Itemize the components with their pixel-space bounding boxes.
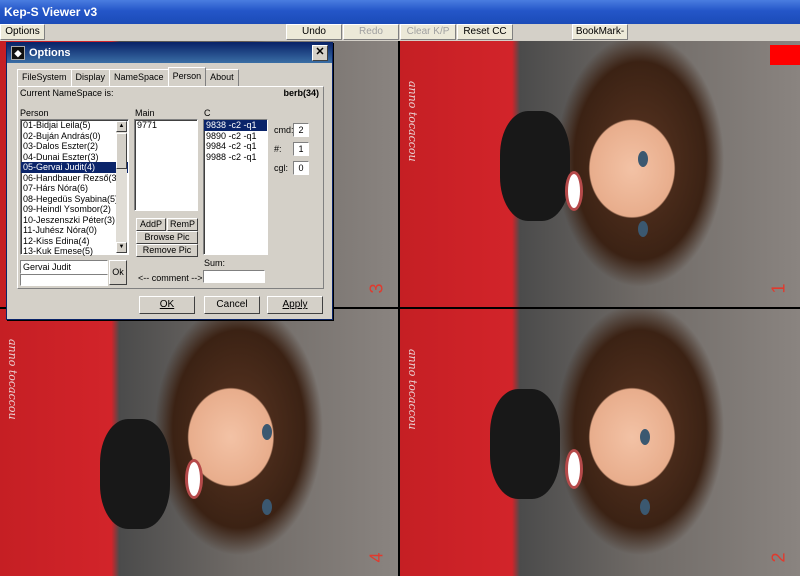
person-name-field[interactable]: Gervai Judit [20,260,108,274]
options-button[interactable]: Options [0,24,45,40]
browse-pic-button[interactable]: Browse Pic [136,231,198,244]
remove-pic-button[interactable]: Remove Pic [136,244,198,257]
eye-shape [638,221,648,237]
person-list-item[interactable]: 10-Jeszenszki Péter(3) [21,215,128,226]
ok-small-button[interactable]: Ok [109,260,127,285]
eye-shape [640,499,650,515]
ok-button[interactable]: OK [139,296,195,314]
photo-panel-2[interactable]: anno tocaccou 2 [400,309,800,576]
remove-person-button[interactable]: RemP [167,218,198,231]
person-items: 01-Bidjai Leila(5) 02-Buján András(0) 03-D… [21,120,128,257]
hash-field[interactable]: 1 [293,142,309,156]
add-person-button[interactable]: AddP [136,218,166,231]
person-list-item[interactable]: 12-Kiss Edina(4) [21,236,128,247]
c-list-item[interactable]: 9838 -c2 -q1 [204,120,267,131]
panel-number: 4 [366,552,387,563]
person-list-item[interactable]: 06-Handbauer Rezső(3) [21,173,128,184]
cmd-field[interactable]: 2 [293,123,309,137]
photo-panel-4[interactable]: anno tocaccou 4 [0,309,398,576]
tab-namespace[interactable]: NameSpace [109,69,169,86]
person-tab-panel: Current NameSpace is: berb(34) Person Ma… [17,86,324,289]
eye-shape [262,499,272,515]
panel-number: 3 [366,283,387,294]
portrait-photo: anno tocaccou [0,309,398,576]
options-dialog: ◆ Options ✕ FileSystem Display NameSpace… [6,42,333,320]
person-list-item[interactable]: 09-Heindl Ysombor(2) [21,204,128,215]
panel-number: 1 [768,283,789,294]
person-scrollbar[interactable]: ▲ ▼ [116,121,127,253]
person-list-item[interactable]: 04-Dunai Eszter(3) [21,152,128,163]
main-header: Main [135,108,155,118]
bookmark-button[interactable]: BookMark-S [572,24,628,51]
scarf-shape [500,111,570,221]
c-list-item[interactable]: 9890 -c2 -q1 [204,131,267,142]
dialog-titlebar[interactable]: ◆ Options ✕ [7,43,332,63]
main-list-item[interactable]: 9771 [135,120,197,131]
panel-number: 2 [768,552,789,563]
scarf-shape [490,389,560,499]
person-list-item[interactable]: 11-Juhész Nóra(0) [21,225,128,236]
apply-button[interactable]: Apply [267,296,323,314]
clear-kp-button[interactable]: Clear K/P [400,24,456,40]
scroll-down-icon[interactable]: ▼ [116,242,127,253]
scroll-up-icon[interactable]: ▲ [116,121,127,132]
app-icon: ◆ [11,46,25,60]
smile-shape [565,171,583,211]
smile-shape [185,459,203,499]
person-list-item[interactable]: 13-Kuk Emese(5) [21,246,128,257]
cmd-label: cmd: [274,125,294,135]
tab-display[interactable]: Display [70,69,111,86]
eye-shape [262,424,272,440]
person-header: Person [20,108,49,118]
namespace-label: Current NameSpace is: [20,88,114,98]
eye-shape [640,429,650,445]
c-items: 9838 -c2 -q1 9890 -c2 -q1 9984 -c2 -q1 9988… [204,120,267,162]
c-header: C [204,108,211,118]
comment-label: <-- comment --> [138,273,203,283]
reset-cc-button[interactable]: Reset CC [457,24,513,40]
hash-label: #: [274,144,282,154]
person-list-item[interactable]: 02-Buján András(0) [21,131,128,142]
toolbar: Options Undo Redo Clear K/P Reset CC Boo… [0,24,800,51]
person-list-item[interactable]: 03-Dalos Eszter(2) [21,141,128,152]
person-list-item[interactable]: 08-Hegedüs Syabina(5) [21,194,128,205]
namespace-value: berb(34) [283,88,319,98]
window-title: Kep-S Viewer v3 [0,0,800,24]
person-list-item[interactable]: 05-Gervai Judit(4) [21,162,128,173]
person-list[interactable]: 01-Bidjai Leila(5) 02-Buján András(0) 03-D… [20,119,129,257]
comment-field[interactable] [20,274,108,286]
main-list[interactable]: 9771 [134,119,198,211]
shirt-text: anno tocaccou [406,349,419,430]
selection-marker [770,45,800,65]
tab-filesystem[interactable]: FileSystem [17,69,72,86]
redo-button[interactable]: Redo [343,24,399,40]
undo-button[interactable]: Undo [286,24,342,40]
shirt-text: anno tocaccou [6,339,19,420]
portrait-photo: anno tocaccou [400,309,800,576]
sum-label: Sum: [204,258,226,268]
person-list-item[interactable]: 01-Bidjai Leila(5) [21,120,128,131]
apply-button-label: Apply [282,299,308,310]
portrait-photo: anno tocaccou [400,41,800,307]
ok-button-label: OK [159,299,175,310]
scarf-shape [100,419,170,529]
photo-panel-1[interactable]: anno tocaccou 1 [400,41,800,307]
cancel-button[interactable]: Cancel [204,296,260,314]
eye-shape [638,151,648,167]
c-list-item[interactable]: 9984 -c2 -q1 [204,141,267,152]
sum-field[interactable] [203,270,265,283]
person-list-item[interactable]: 07-Hárs Nóra(6) [21,183,128,194]
tab-person[interactable]: Person [167,67,207,86]
close-icon[interactable]: ✕ [312,45,328,61]
dialog-title: Options [29,47,71,59]
c-list-item[interactable]: 9988 -c2 -q1 [204,152,267,163]
shirt-text: anno tocaccou [406,81,419,162]
cgl-label: cgl: [274,163,289,173]
cgl-field[interactable]: 0 [293,161,309,175]
tab-strip: FileSystem Display NameSpace Person Abou… [17,67,239,86]
c-list[interactable]: 9838 -c2 -q1 9890 -c2 -q1 9984 -c2 -q1 9988… [203,119,268,255]
scroll-thumb[interactable] [116,133,127,169]
tab-about[interactable]: About [205,69,239,86]
smile-shape [565,449,583,489]
